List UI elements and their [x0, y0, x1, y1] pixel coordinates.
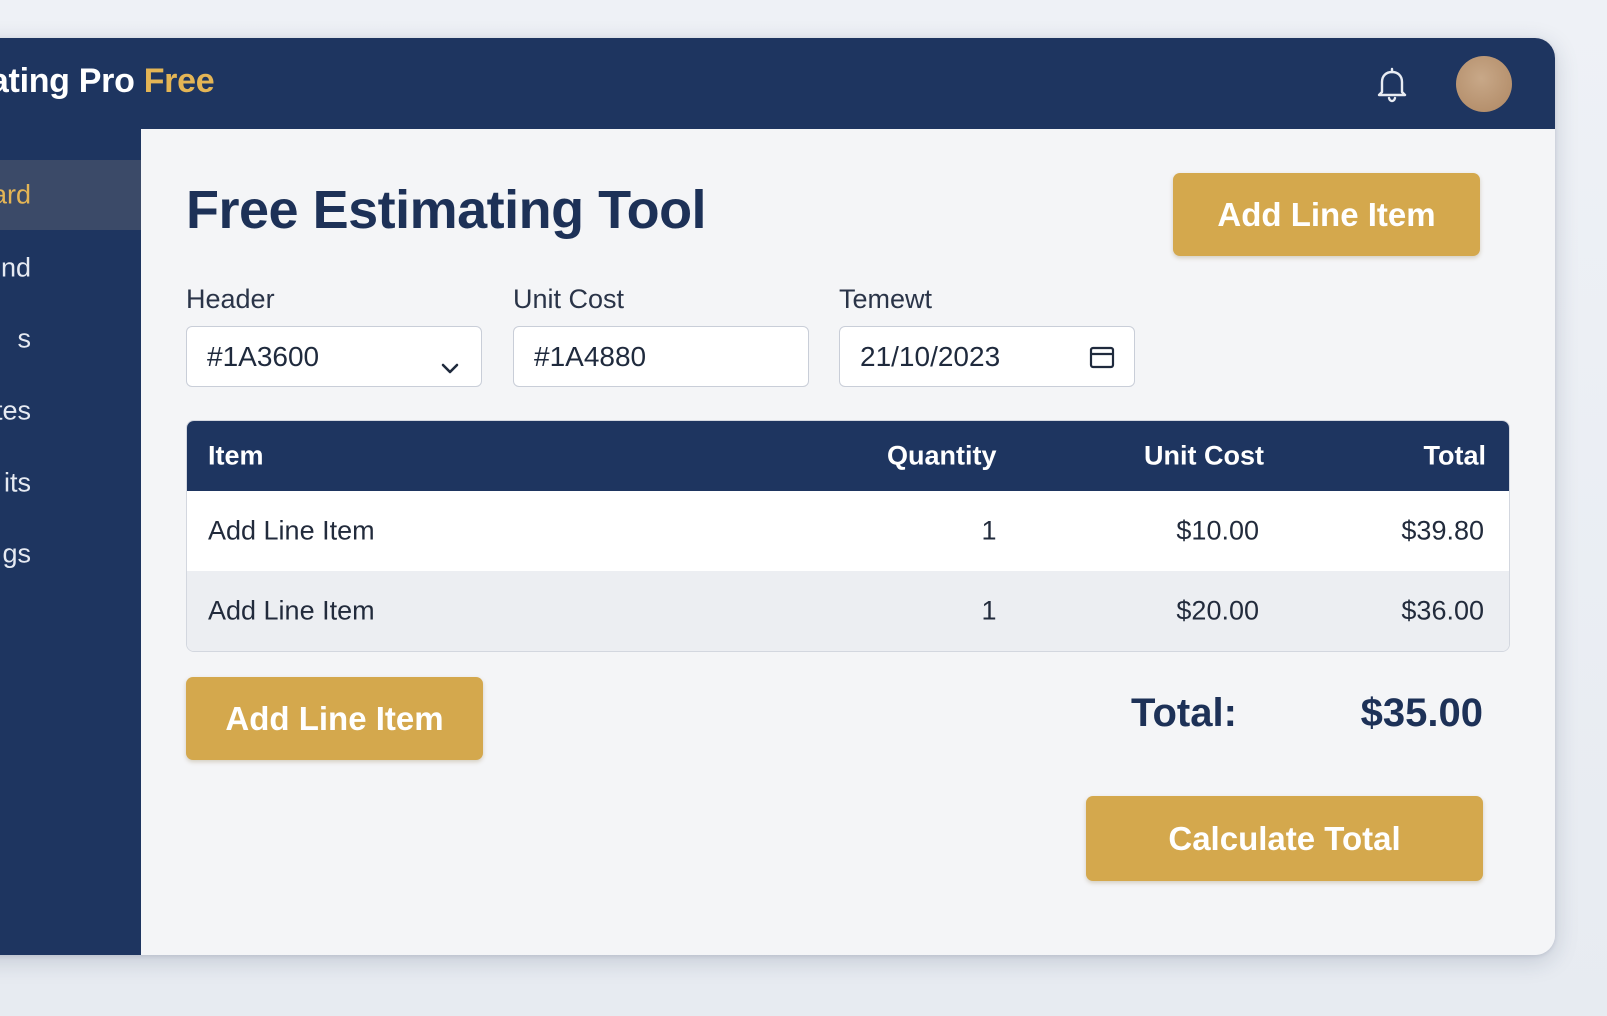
cell-quantity: 1 — [981, 515, 997, 546]
sidebar-item-settings[interactable]: gs — [0, 519, 141, 589]
unit-cost-field-label: Unit Cost — [513, 284, 625, 314]
chevron-down-icon — [439, 350, 461, 373]
cell-unit-cost: $20.00 — [1176, 595, 1259, 626]
column-header-item: Item — [208, 440, 264, 471]
cell-unit-cost: $10.00 — [1176, 515, 1259, 546]
add-line-item-bottom-button[interactable]: Add Line Item — [186, 677, 483, 760]
sidebar-item-units[interactable]: its — [0, 448, 141, 518]
line-items-table: Item Quantity Unit Cost Total Add Line I… — [186, 420, 1510, 652]
column-header-unit-cost: Unit Cost — [1144, 440, 1264, 471]
header-select[interactable]: #1A3600 — [186, 326, 482, 387]
bell-icon[interactable] — [1372, 64, 1412, 104]
main-content: Free Estimating Tool Add Line Item Heade… — [141, 129, 1555, 955]
column-header-total: Total — [1423, 440, 1487, 471]
cell-quantity: 1 — [981, 595, 997, 626]
total-label: Total: — [1131, 691, 1237, 735]
avatar[interactable] — [1456, 56, 1512, 112]
sidebar-item-label: its — [4, 467, 31, 498]
calculate-total-button[interactable]: Calculate Total — [1086, 796, 1483, 881]
sidebar: oard round s ates its gs — [0, 129, 141, 955]
table-header: Item Quantity Unit Cost Total — [187, 421, 1509, 491]
sidebar-item-projects[interactable]: s — [0, 304, 141, 374]
top-bar: mating Pro Free — [0, 38, 1555, 129]
table-row[interactable]: Add Line Item 1 $20.00 $36.00 — [187, 571, 1509, 651]
sidebar-item-background[interactable]: round — [0, 233, 141, 303]
unit-cost-input-value: #1A4880 — [534, 340, 647, 372]
app-title-accent: Free — [143, 62, 215, 100]
table-row[interactable]: Add Line Item 1 $10.00 $39.80 — [187, 491, 1509, 571]
sidebar-item-estimates[interactable]: ates — [0, 376, 141, 446]
sidebar-item-label: ates — [0, 395, 31, 426]
app-window: mating Pro Free oard round s ates its g — [0, 38, 1555, 955]
unit-cost-input[interactable]: #1A4880 — [513, 326, 809, 387]
date-input[interactable]: 21/10/2023 — [839, 326, 1135, 387]
sidebar-item-label: s — [17, 323, 32, 354]
calendar-icon[interactable] — [1088, 343, 1116, 371]
header-field-label: Header — [186, 284, 275, 314]
total-value: $35.00 — [1360, 691, 1483, 735]
page-title: Free Estimating Tool — [186, 180, 707, 240]
date-field-label: Temewt — [839, 284, 933, 314]
cell-item: Add Line Item — [208, 515, 375, 546]
cell-total: $39.80 — [1401, 515, 1484, 546]
sidebar-item-label: gs — [2, 538, 31, 569]
header-select-value: #1A3600 — [207, 340, 320, 372]
sidebar-item-label: oard — [0, 179, 31, 210]
app-title-main: mating Pro — [0, 62, 135, 100]
column-header-quantity: Quantity — [887, 440, 997, 471]
cell-total: $36.00 — [1401, 595, 1484, 626]
add-line-item-button[interactable]: Add Line Item — [1173, 173, 1480, 256]
date-input-value: 21/10/2023 — [860, 340, 1001, 372]
app-title: mating Pro Free — [0, 62, 215, 101]
sidebar-item-label: round — [0, 252, 31, 283]
cell-item: Add Line Item — [208, 595, 375, 626]
sidebar-item-dashboard[interactable]: oard — [0, 160, 141, 230]
